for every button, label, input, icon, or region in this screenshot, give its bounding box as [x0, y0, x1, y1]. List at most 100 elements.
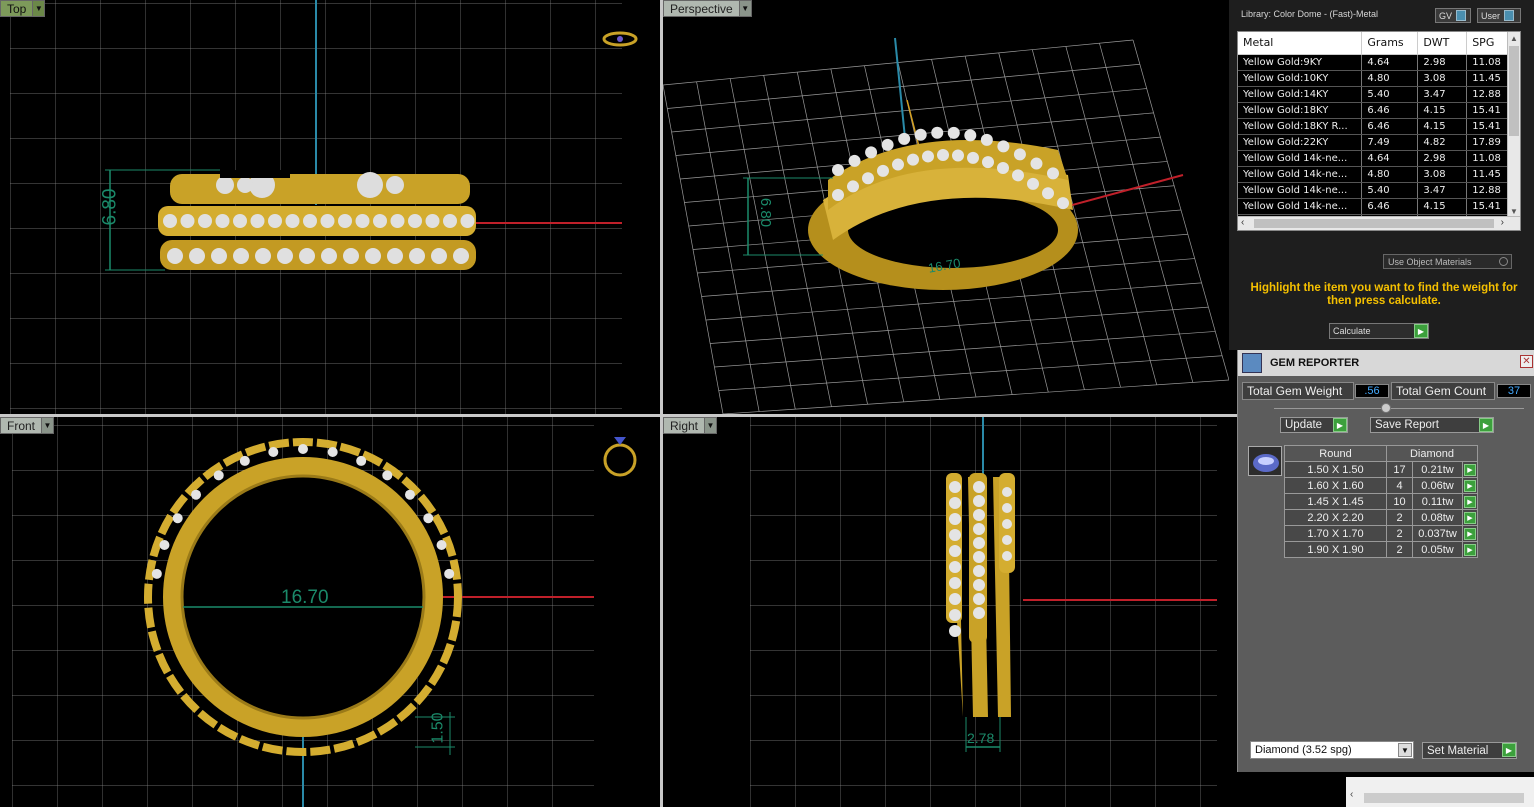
gem-row[interactable]: 2.20 X 2.20 2 0.08tw ▶ [1284, 509, 1478, 526]
user-button[interactable]: User [1477, 8, 1521, 23]
use-object-materials-toggle[interactable]: Use Object Materials [1383, 254, 1512, 269]
gem-reporter-panel: GEM REPORTER ✕ Total Gem Weight .56 Tota… [1237, 350, 1534, 772]
splitter-handle[interactable] [1274, 408, 1524, 409]
chevron-down-icon[interactable]: ▼ [704, 418, 717, 433]
viewport-front[interactable]: 16.70 1.50 Front ▼ [0, 417, 660, 807]
gem-select-cell[interactable]: ▶ [1462, 477, 1478, 494]
viewport-perspective-label[interactable]: Perspective ▼ [663, 0, 752, 17]
scroll-thumb[interactable] [1254, 219, 1494, 228]
gem-size: 1.60 X 1.60 [1284, 477, 1387, 494]
metal-weight-table[interactable]: Metal Grams DWT SPG Yellow Gold:9KY 4.64 2.98… [1237, 31, 1521, 231]
table-row[interactable]: Yellow Gold:10KY 4.80 3.08 11.45 [1238, 70, 1520, 87]
chevron-down-icon[interactable]: ▼ [32, 1, 45, 16]
set-material-button[interactable]: Set Material ▶ [1422, 742, 1517, 759]
gem-select-cell[interactable]: ▶ [1462, 493, 1478, 510]
viewport-right-label[interactable]: Right ▼ [663, 417, 718, 434]
play-arrow-icon[interactable]: ▶ [1464, 543, 1476, 556]
save-report-button[interactable]: Save Report ▶ [1370, 417, 1494, 433]
gemstone [973, 495, 985, 507]
library-title: Library: Color Dome - (Fast)-Metal [1241, 9, 1379, 19]
viewport-right[interactable]: 2.78 Right ▼ [663, 417, 1237, 807]
cell-grams: 7.49 [1361, 134, 1419, 151]
column-header-dwt[interactable]: DWT [1417, 32, 1468, 55]
cell-dwt: 2.98 [1417, 150, 1468, 167]
gemstone [949, 513, 961, 525]
chevron-down-icon[interactable]: ▼ [738, 1, 751, 16]
table-row[interactable]: Yellow Gold 14k-ne... 5.40 3.47 12.88 [1238, 182, 1520, 199]
vertical-scrollbar[interactable]: ▲ ▼ [1507, 32, 1520, 230]
viewport-divider-vertical[interactable] [660, 0, 663, 807]
viewport-top[interactable]: 6.80 Top ▼ [0, 0, 660, 414]
viewport-perspective[interactable]: 6.80 16.70 Perspective ▼ [663, 0, 1229, 414]
scroll-right-icon[interactable]: › [1501, 217, 1504, 228]
gemstone [973, 565, 985, 577]
viewport-divider-horizontal[interactable] [0, 414, 1237, 417]
scroll-up-icon[interactable]: ▲ [1510, 34, 1518, 43]
gemstone [881, 138, 894, 151]
cell-metal: Yellow Gold 14k-ne... [1238, 198, 1363, 215]
gem-row[interactable]: 1.70 X 1.70 2 0.037tw ▶ [1284, 525, 1478, 542]
gem-row[interactable]: 1.60 X 1.60 4 0.06tw ▶ [1284, 477, 1478, 494]
gemstone [233, 214, 247, 228]
gem-select-cell[interactable]: ▶ [1462, 461, 1478, 478]
gemstone [444, 568, 455, 579]
close-icon[interactable]: ✕ [1520, 355, 1533, 368]
gem-weight: 0.05tw [1412, 541, 1463, 558]
chevron-down-icon[interactable]: ▼ [1398, 743, 1412, 757]
table-row[interactable]: Yellow Gold:18KY 6.46 4.15 15.41 [1238, 102, 1520, 119]
play-arrow-icon[interactable]: ▶ [1464, 495, 1476, 508]
gemstone [215, 214, 230, 228]
splitter-knob-icon[interactable] [1381, 403, 1391, 413]
gemstone [1013, 148, 1026, 161]
material-select[interactable]: Diamond (3.52 spg) ▼ [1250, 741, 1414, 759]
chevron-down-icon[interactable]: ▼ [41, 418, 54, 433]
gemstone [211, 248, 227, 264]
scroll-left-icon[interactable]: ‹ [1241, 217, 1244, 228]
update-button[interactable]: Update ▶ [1280, 417, 1348, 433]
cell-metal: Yellow Gold:10KY [1238, 70, 1363, 87]
user-label: User [1481, 10, 1501, 21]
gem-select-cell[interactable]: ▶ [1462, 525, 1478, 542]
gv-button[interactable]: GV [1435, 8, 1471, 23]
bottom-scroll-area[interactable]: ‹ [1346, 777, 1534, 807]
gem-row[interactable]: 1.90 X 1.90 2 0.05tw ▶ [1284, 541, 1478, 558]
gem-row[interactable]: 1.45 X 1.45 10 0.11tw ▶ [1284, 493, 1478, 510]
table-row[interactable]: Yellow Gold:9KY 4.64 2.98 11.08 [1238, 54, 1520, 71]
table-row[interactable]: Yellow Gold 14k-ne... 4.80 3.08 11.45 [1238, 166, 1520, 183]
play-arrow-icon[interactable]: ▶ [1464, 527, 1476, 540]
column-header-metal[interactable]: Metal [1238, 32, 1363, 55]
scroll-thumb[interactable] [1364, 793, 1524, 803]
column-header-grams[interactable]: Grams [1361, 32, 1419, 55]
gemstone [832, 189, 844, 201]
gemstone [949, 593, 961, 605]
gemstone [436, 539, 447, 550]
table-row[interactable]: Yellow Gold 14k-ne...6.464.1515.41 [1238, 198, 1520, 215]
gem-reporter-titlebar[interactable]: GEM REPORTER ✕ [1238, 350, 1534, 376]
gemstone [922, 150, 934, 163]
gem-size: 2.20 X 2.20 [1284, 509, 1387, 526]
play-arrow-icon[interactable]: ▶ [1464, 463, 1476, 476]
gemstone [239, 455, 250, 466]
gemstone [877, 164, 889, 177]
gemstone [233, 248, 249, 264]
gem-select-cell[interactable]: ▶ [1462, 509, 1478, 526]
viewport-front-label[interactable]: Front ▼ [0, 417, 55, 434]
play-arrow-icon[interactable]: ▶ [1464, 511, 1476, 524]
cell-dwt: 4.15 [1417, 102, 1468, 119]
gemstone [973, 551, 985, 563]
table-row[interactable]: Yellow Gold:14KY 5.40 3.47 12.88 [1238, 86, 1520, 103]
scroll-thumb[interactable] [1509, 46, 1519, 136]
front-grid [12, 417, 637, 807]
table-row[interactable]: Yellow Gold:22KY 7.49 4.82 17.89 [1238, 134, 1520, 151]
table-row[interactable]: Yellow Gold:18KY R... 6.46 4.15 15.41 [1238, 118, 1520, 135]
scroll-left-icon[interactable]: ‹ [1350, 789, 1353, 800]
calculate-button[interactable]: Calculate ▶ [1329, 323, 1429, 339]
viewport-top-label[interactable]: Top ▼ [0, 0, 46, 17]
table-row[interactable]: Yellow Gold 14k-ne... 4.64 2.98 11.08 [1238, 150, 1520, 167]
horizontal-scrollbar[interactable]: ‹ › [1238, 216, 1520, 230]
gemstone [949, 609, 961, 621]
gem-row[interactable]: 1.50 X 1.50 17 0.21tw ▶ [1284, 461, 1478, 478]
gem-select-cell[interactable]: ▶ [1462, 541, 1478, 558]
scroll-down-icon[interactable]: ▼ [1510, 207, 1518, 216]
play-arrow-icon[interactable]: ▶ [1464, 479, 1476, 492]
